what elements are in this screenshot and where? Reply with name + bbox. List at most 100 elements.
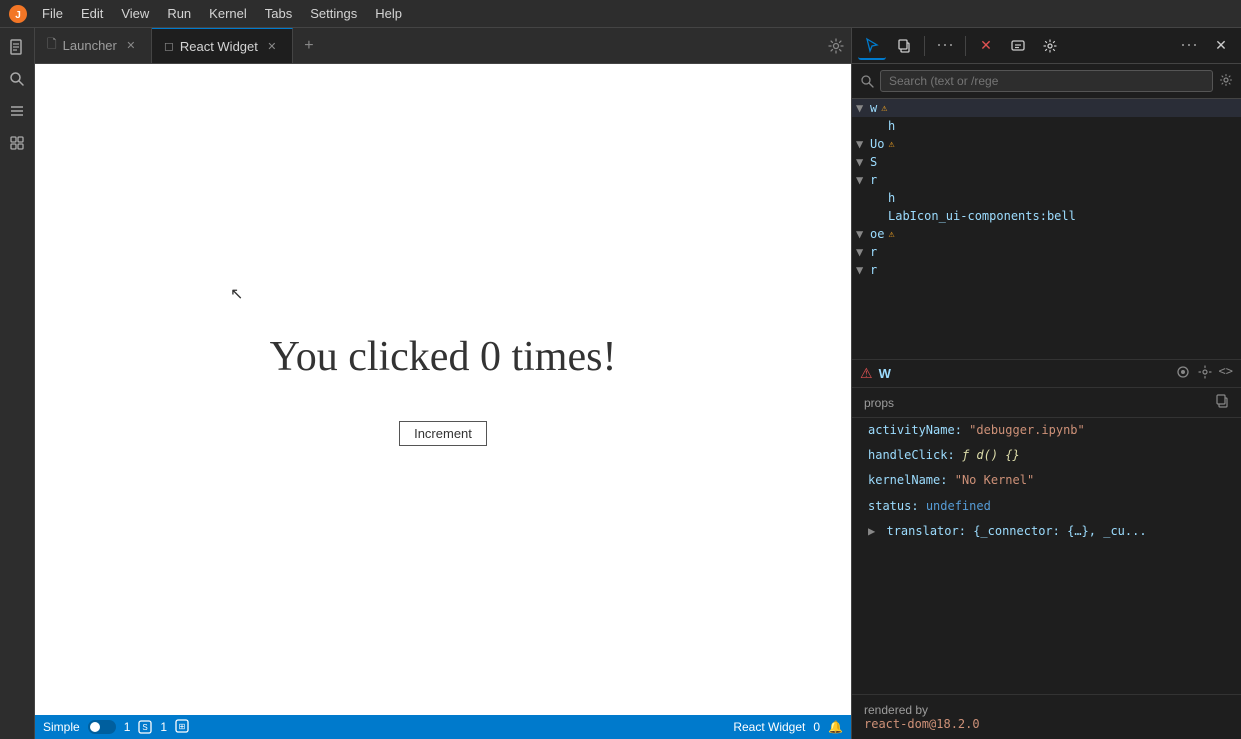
- tab-launcher[interactable]: 🗋 Launcher ✕: [35, 28, 152, 63]
- sidebar-icon-search[interactable]: [2, 64, 32, 94]
- click-count-text: You clicked 0 times!: [270, 333, 617, 381]
- tree-item-r2[interactable]: ▼ r: [852, 243, 1241, 261]
- tree-arrow-oe: ▼: [856, 227, 870, 241]
- tab-bar: 🗋 Launcher ✕ ◻ React Widget ✕ +: [35, 28, 851, 64]
- debugger-search-gear[interactable]: [1219, 73, 1233, 90]
- menu-run[interactable]: Run: [159, 4, 199, 23]
- debugger-panel-close-btn[interactable]: ✕: [1207, 32, 1235, 60]
- status-branch-count: 1: [124, 720, 131, 734]
- tree-item-w[interactable]: ▼ w ⚠: [852, 99, 1241, 117]
- tree-warn-uo: ⚠: [888, 139, 894, 150]
- debugger-close-btn[interactable]: ✕: [972, 32, 1000, 60]
- tree-label-r1: r: [870, 173, 877, 187]
- tree-arrow-uo: ▼: [856, 137, 870, 151]
- tree-item-h2[interactable]: h: [852, 189, 1241, 207]
- tab-launcher-icon: 🗋: [47, 35, 57, 56]
- tree-label-h2: h: [888, 191, 895, 205]
- menu-tabs[interactable]: Tabs: [257, 4, 300, 23]
- toggle-track[interactable]: [88, 720, 116, 734]
- tab-react-widget-close[interactable]: ✕: [264, 38, 280, 54]
- props-title: props: [864, 396, 894, 410]
- tree-item-r1[interactable]: ▼ r: [852, 171, 1241, 189]
- debugger-separator-1: [924, 36, 925, 56]
- props-area: activityName: "debugger.ipynb" handleCli…: [852, 418, 1241, 694]
- props-header: props: [852, 387, 1241, 418]
- props-copy-icon[interactable]: [1215, 394, 1229, 411]
- tree-item-h1[interactable]: h: [852, 117, 1241, 135]
- tree-label-labicon: LabIcon_ui-components:bell: [888, 209, 1076, 223]
- tree-arrow-h1: [874, 119, 888, 133]
- menu-settings[interactable]: Settings: [302, 4, 365, 23]
- tab-settings-gear[interactable]: [821, 31, 851, 61]
- tree-item-r3[interactable]: ▼ r: [852, 261, 1241, 279]
- status-icon-s: S: [138, 720, 152, 734]
- prop-handle-click: handleClick: ƒ d() {}: [852, 443, 1241, 468]
- rendered-by: rendered by react-dom@18.2.0: [852, 694, 1241, 739]
- tree-item-labicon[interactable]: LabIcon_ui-components:bell: [852, 207, 1241, 225]
- debugger-search-input[interactable]: [880, 70, 1213, 92]
- tree-arrow-s: ▼: [856, 155, 870, 169]
- debugger-panel: ⋯ ✕ ⋯ ✕ ▼: [851, 28, 1241, 739]
- menu-view[interactable]: View: [113, 4, 157, 23]
- tree-arrow-h2: [874, 191, 888, 205]
- tree-label-w: w: [870, 101, 877, 115]
- tree-warn-oe: ⚠: [888, 229, 894, 240]
- rendered-by-value: react-dom@18.2.0: [864, 717, 980, 731]
- sidebar-icon-extensions[interactable]: [2, 128, 32, 158]
- node-source-btn[interactable]: <>: [1219, 364, 1233, 383]
- prop-status: status: undefined: [852, 494, 1241, 519]
- increment-button[interactable]: Increment: [399, 421, 487, 446]
- debugger-search-area: [852, 64, 1241, 99]
- tab-react-widget-label: React Widget: [180, 39, 258, 54]
- status-terminal-icon: ⊞: [175, 719, 189, 736]
- menu-kernel[interactable]: Kernel: [201, 4, 255, 23]
- prop-kernel-name: kernelName: "No Kernel": [852, 468, 1241, 493]
- debugger-message-btn[interactable]: [1004, 32, 1032, 60]
- tree-item-s[interactable]: ▼ S: [852, 153, 1241, 171]
- sidebar: [0, 28, 35, 739]
- tab-react-widget[interactable]: ◻ React Widget ✕: [152, 28, 293, 63]
- status-click-count: 0: [813, 720, 820, 734]
- tree-label-uo: Uo: [870, 137, 884, 151]
- status-bar: Simple 1 S 1 ⊞ React Widget 0 🔔: [35, 715, 851, 739]
- selected-node-row: ⚠ W <>: [852, 359, 1241, 387]
- menu-file[interactable]: File: [34, 4, 71, 23]
- tree-item-oe[interactable]: ▼ oe ⚠: [852, 225, 1241, 243]
- tree-label-oe: oe: [870, 227, 884, 241]
- node-actions: <>: [1175, 364, 1233, 383]
- node-inspect-btn[interactable]: [1175, 364, 1191, 383]
- tab-react-widget-icon: ◻: [164, 39, 174, 53]
- tree-arrow-w: ▼: [856, 101, 870, 115]
- node-warn-icon: ⚠: [860, 365, 873, 382]
- prop-translator[interactable]: ▶ translator: {_connector: {…}, _cu...: [852, 519, 1241, 544]
- tree-label-s: S: [870, 155, 877, 169]
- status-toggle[interactable]: [88, 720, 116, 734]
- status-bell-icon: 🔔: [828, 720, 843, 734]
- sidebar-icon-files[interactable]: [2, 32, 32, 62]
- debugger-settings-btn[interactable]: [1036, 32, 1064, 60]
- tree-label-r3: r: [870, 263, 877, 277]
- tree-item-uo[interactable]: ▼ Uo ⚠: [852, 135, 1241, 153]
- menu-help[interactable]: Help: [367, 4, 410, 23]
- debugger-overflow-btn[interactable]: ⋯: [1175, 32, 1203, 60]
- tree-arrow-r3: ▼: [856, 263, 870, 277]
- tab-launcher-close[interactable]: ✕: [123, 38, 139, 54]
- tab-launcher-label: Launcher: [63, 38, 117, 53]
- svg-text:⊞: ⊞: [179, 722, 186, 731]
- prop-activity-name: activityName: "debugger.ipynb": [852, 418, 1241, 443]
- main-area: 🗋 Launcher ✕ ◻ React Widget ✕ + ↖ You cl…: [0, 28, 1241, 739]
- search-icon: [860, 74, 874, 88]
- app-logo: J: [8, 4, 28, 24]
- node-gear-btn[interactable]: [1197, 364, 1213, 383]
- tree-warn-w: ⚠: [881, 103, 887, 114]
- debugger-copy-btn[interactable]: [890, 32, 918, 60]
- prop-translator-expand[interactable]: ▶: [868, 524, 875, 538]
- tab-add-button[interactable]: +: [295, 32, 323, 60]
- menu-edit[interactable]: Edit: [73, 4, 111, 23]
- debugger-tree[interactable]: ▼ w ⚠ h ▼ Uo ⚠ ▼ S ▼ r: [852, 99, 1241, 359]
- debugger-cursor-btn[interactable]: [858, 32, 886, 60]
- tree-label-h1: h: [888, 119, 895, 133]
- sidebar-icon-list[interactable]: [2, 96, 32, 126]
- status-widget-name: React Widget: [733, 720, 805, 734]
- debugger-more-btn[interactable]: ⋯: [931, 32, 959, 60]
